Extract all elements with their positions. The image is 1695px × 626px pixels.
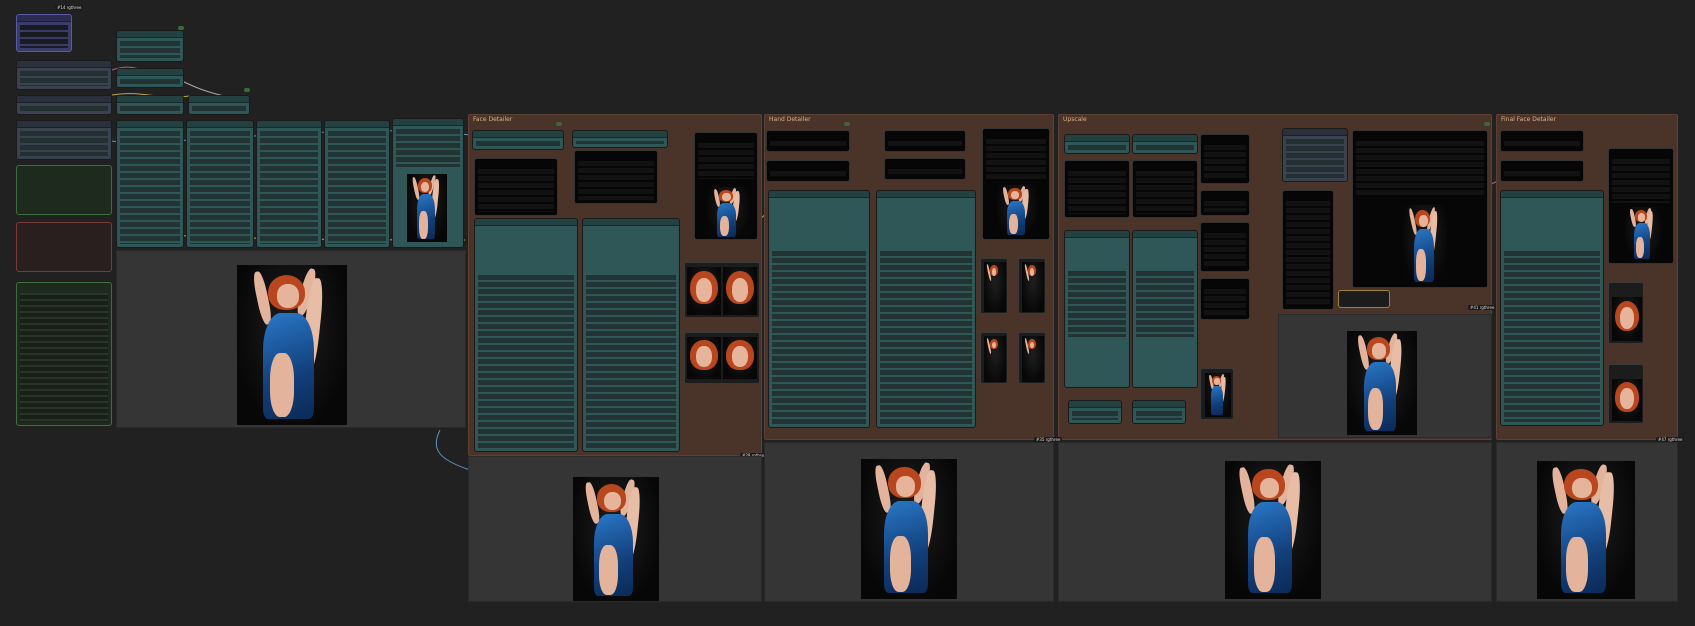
- portrait-image-icon: [1205, 373, 1231, 417]
- group-title: Face Detailer: [473, 116, 513, 123]
- final-face-crop-node[interactable]: [1608, 282, 1644, 344]
- prompt-node-b[interactable]: [574, 150, 658, 204]
- positive-prompt-node[interactable]: [16, 165, 112, 215]
- status-badge: [1484, 122, 1490, 126]
- upscale-preview-node[interactable]: [1352, 130, 1488, 288]
- status-badge: [556, 122, 562, 126]
- face-crop-icon: [687, 337, 721, 379]
- hand-detailer-node-2[interactable]: [876, 190, 976, 428]
- face-crop-icon: [687, 267, 721, 315]
- upscale-settings-node-d[interactable]: [1200, 278, 1250, 320]
- face-crop-icon: [723, 267, 757, 315]
- ksampler-node-2[interactable]: [186, 120, 254, 248]
- hand-prompt-node-d[interactable]: [884, 158, 966, 180]
- lora-loader-node[interactable]: [16, 120, 112, 160]
- final-prompt-node-b[interactable]: [1500, 160, 1584, 182]
- upscale-column-node[interactable]: [1282, 190, 1334, 310]
- checkpoint-loader-node[interactable]: [16, 60, 112, 90]
- hand-detailer-node-1[interactable]: [768, 190, 870, 428]
- upscale-sampler-node-1[interactable]: [1064, 230, 1130, 388]
- clip-encoder-node[interactable]: [116, 95, 184, 115]
- sam-loader-node[interactable]: [572, 130, 668, 148]
- upscale-settings-node-a[interactable]: [1200, 134, 1250, 184]
- final-preview-node[interactable]: [1608, 148, 1674, 264]
- hand-prompt-node-a[interactable]: [766, 130, 850, 152]
- upscale-model-node-2[interactable]: [1132, 134, 1198, 154]
- conditioning-node[interactable]: [188, 95, 250, 115]
- hand-detailer-preview-panel[interactable]: [764, 442, 1054, 602]
- upscale-prompt-node-2[interactable]: [1132, 160, 1198, 218]
- portrait-image-icon: [1625, 207, 1661, 261]
- settings-node[interactable]: [16, 282, 112, 426]
- upscale-settings-node-b[interactable]: [1200, 190, 1250, 216]
- portrait-image-icon: [237, 265, 347, 425]
- upscale-model-node-1[interactable]: [1064, 134, 1130, 154]
- upscale-thumb-node[interactable]: [1200, 368, 1234, 420]
- face-detailer-preview-panel[interactable]: [468, 456, 762, 602]
- upscale-loader-node[interactable]: [1282, 128, 1348, 182]
- preview-image-panel[interactable]: [116, 250, 466, 428]
- hand-crop-icon: [984, 336, 1006, 382]
- upscale-preview-panel[interactable]: [1058, 442, 1492, 602]
- final-preview-panel[interactable]: [1496, 442, 1678, 602]
- portrait-image-icon: [1225, 461, 1321, 599]
- hand-crop-node-4[interactable]: [1018, 332, 1046, 384]
- hand-crop-node-2[interactable]: [1018, 258, 1046, 314]
- hand-prompt-node-b[interactable]: [766, 160, 850, 182]
- face-preview-node[interactable]: [694, 132, 758, 240]
- ksampler-node-4[interactable]: [324, 120, 390, 248]
- portrait-image-icon: [861, 459, 957, 599]
- status-badge: [244, 88, 250, 92]
- face-detailer-node-2[interactable]: [582, 218, 680, 452]
- portrait-image-icon: [573, 477, 659, 601]
- face-crop-icon: [1612, 297, 1642, 341]
- group-title: Final Face Detailer: [1501, 116, 1557, 123]
- hand-prompt-node-c[interactable]: [884, 130, 966, 152]
- hand-crop-icon: [1022, 336, 1044, 382]
- face-crop-icon: [1612, 379, 1642, 421]
- upscale-sampler-node-2[interactable]: [1132, 230, 1198, 388]
- model-sampler-node[interactable]: [116, 68, 184, 88]
- upscale-compare-panel[interactable]: [1278, 314, 1492, 438]
- hand-crop-icon: [984, 262, 1006, 312]
- portrait-image-icon: [1403, 205, 1447, 285]
- group-title: Upscale: [1063, 116, 1087, 123]
- image-scale-node-2[interactable]: [1132, 400, 1186, 424]
- portrait-image-icon: [997, 185, 1037, 237]
- vae-loader-node[interactable]: [16, 95, 112, 115]
- vae-decode-node[interactable]: [392, 118, 464, 248]
- final-face-refined-node[interactable]: [1608, 364, 1644, 424]
- ksampler-node-3[interactable]: [256, 120, 322, 248]
- hand-preview-node[interactable]: [982, 128, 1050, 240]
- hand-crop-icon: [1022, 262, 1044, 312]
- negative-prompt-node[interactable]: [16, 222, 112, 272]
- upscale-prompt-node-1[interactable]: [1064, 160, 1130, 218]
- image-scale-node-1[interactable]: [1068, 400, 1122, 424]
- node-badge: #41 rgthree: [1468, 305, 1497, 310]
- final-prompt-node-a[interactable]: [1500, 130, 1584, 152]
- refined-faces-node[interactable]: [684, 332, 760, 384]
- hand-crop-node-3[interactable]: [980, 332, 1008, 384]
- portrait-image-icon: [1537, 461, 1635, 599]
- empty-latent-node[interactable]: [116, 30, 184, 62]
- portrait-image-icon: [707, 187, 749, 239]
- node-badge: #14 rgthree: [55, 5, 84, 10]
- prompt-node-a[interactable]: [474, 158, 558, 216]
- portrait-image-icon: [1347, 331, 1417, 435]
- cropped-faces-node[interactable]: [684, 262, 760, 318]
- final-face-detailer-node[interactable]: [1500, 190, 1604, 426]
- status-badge: [178, 26, 184, 30]
- upscale-settings-node-c[interactable]: [1200, 222, 1250, 272]
- detector-node[interactable]: [472, 130, 564, 150]
- ksampler-node-1[interactable]: [116, 120, 184, 248]
- note-node[interactable]: [1338, 290, 1390, 308]
- seed-node[interactable]: [16, 14, 72, 52]
- group-title: Hand Detailer: [769, 116, 811, 123]
- face-crop-icon: [723, 337, 757, 379]
- status-badge: [844, 122, 850, 126]
- face-detailer-node-1[interactable]: [474, 218, 578, 452]
- portrait-image-icon: [407, 174, 447, 242]
- hand-crop-node-1[interactable]: [980, 258, 1008, 314]
